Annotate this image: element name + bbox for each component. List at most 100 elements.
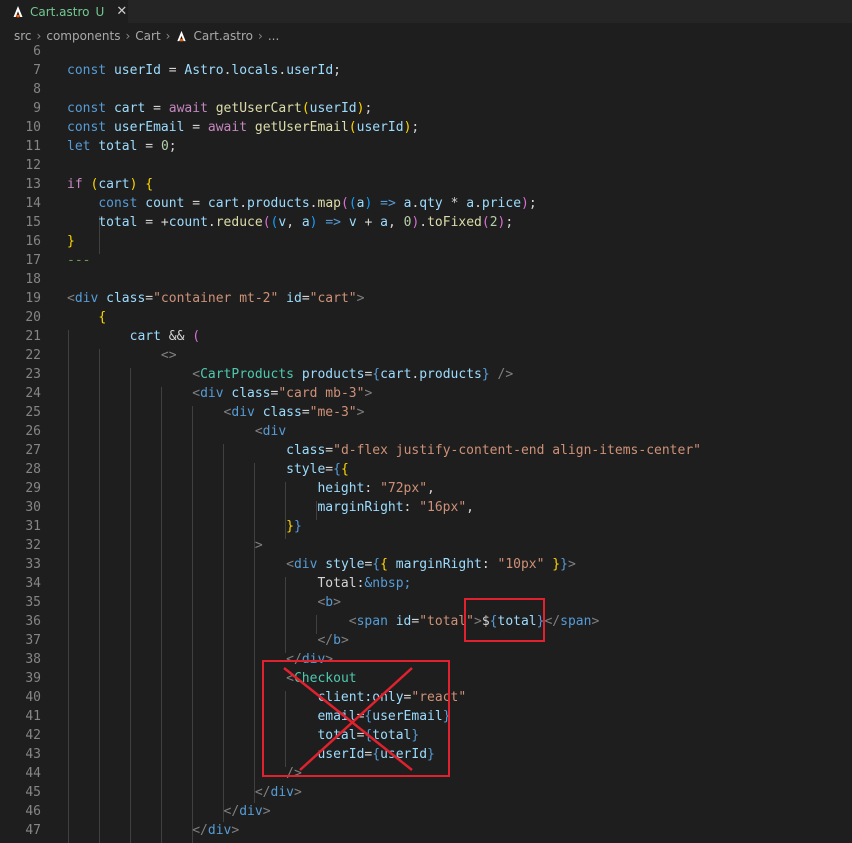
line-number: 16 bbox=[25, 234, 41, 249]
code-line[interactable]: 12 bbox=[0, 156, 852, 175]
code-line[interactable]: 20 { bbox=[0, 308, 852, 327]
code-token: * bbox=[442, 196, 467, 211]
code-text: Total:&nbsp; bbox=[67, 574, 411, 593]
code-token: > bbox=[254, 538, 263, 553]
code-token: { bbox=[372, 367, 381, 382]
code-token: price bbox=[481, 196, 522, 211]
code-line[interactable]: 7 const userId = Astro.locals.userId; bbox=[0, 61, 852, 80]
code-text: height: "72px", bbox=[67, 479, 434, 498]
code-token: span bbox=[356, 614, 388, 629]
code-line[interactable]: 27 class="d-flex justify-content-end ali… bbox=[0, 441, 852, 460]
code-line[interactable]: 21 cart && ( bbox=[0, 327, 852, 346]
code-line[interactable]: 36 <span id="total">${total}</span> bbox=[0, 612, 852, 631]
breadcrumb-item-file[interactable]: Cart.astro bbox=[193, 29, 253, 43]
code-token: Total: bbox=[317, 576, 365, 591]
line-number: 37 bbox=[25, 633, 41, 648]
code-token: { bbox=[380, 557, 388, 572]
breadcrumb-item-more[interactable]: ... bbox=[268, 29, 279, 43]
code-token: </ bbox=[254, 785, 271, 800]
breadcrumb-item-src[interactable]: src bbox=[14, 29, 32, 43]
code-token: count bbox=[168, 215, 208, 230]
code-line[interactable]: 19 <div class="container mt-2" id="cart"> bbox=[0, 289, 852, 308]
code-line[interactable]: 34 Total:&nbsp; bbox=[0, 574, 852, 593]
code-token: cart bbox=[129, 329, 161, 344]
code-token: cart bbox=[98, 177, 130, 192]
code-token: </ bbox=[223, 804, 240, 819]
code-line[interactable]: 25 <div class="me-3"> bbox=[0, 403, 852, 422]
code-line[interactable]: 23 <CartProducts products={cart.products… bbox=[0, 365, 852, 384]
code-token: ) bbox=[309, 215, 318, 230]
line-number: 28 bbox=[25, 462, 41, 477]
code-token: > bbox=[293, 785, 302, 800]
line-number: 27 bbox=[25, 443, 41, 458]
code-token: "cart" bbox=[309, 291, 357, 306]
code-line[interactable]: 9 const cart = await getUserCart(userId); bbox=[0, 99, 852, 118]
code-line[interactable]: 29 height: "72px", bbox=[0, 479, 852, 498]
code-token: ; bbox=[333, 63, 341, 78]
code-line[interactable]: 35 <b> bbox=[0, 593, 852, 612]
code-token: > bbox=[231, 823, 240, 838]
code-line[interactable]: 37 </b> bbox=[0, 631, 852, 650]
code-line[interactable]: 28 style={{ bbox=[0, 460, 852, 479]
code-token: < bbox=[192, 367, 201, 382]
code-token: ; bbox=[364, 101, 373, 116]
code-token: const bbox=[98, 196, 146, 211]
code-text: --- bbox=[67, 251, 90, 270]
code-line[interactable]: 45 </div> bbox=[0, 783, 852, 802]
code-line[interactable]: 22 <> bbox=[0, 346, 852, 365]
code-token: . bbox=[278, 63, 287, 78]
code-token: style bbox=[325, 557, 365, 572]
code-line[interactable]: 18 bbox=[0, 270, 852, 289]
code-line[interactable]: 11 let total = 0; bbox=[0, 137, 852, 156]
code-token: ( bbox=[262, 215, 271, 230]
close-icon[interactable]: ✕ bbox=[116, 4, 127, 19]
code-line[interactable]: 8 bbox=[0, 80, 852, 99]
code-token: map bbox=[317, 196, 341, 211]
code-line[interactable]: 26 <div bbox=[0, 422, 852, 441]
code-token: => bbox=[325, 215, 341, 230]
code-token: b bbox=[325, 595, 334, 610]
code-token: ( bbox=[192, 329, 201, 344]
code-token: => bbox=[380, 196, 396, 211]
line-number: 23 bbox=[25, 367, 41, 382]
tab-bar: Cart.astro U ✕ bbox=[0, 0, 852, 23]
code-line[interactable]: 15 total = +count.reduce((v, a) => v + a… bbox=[0, 213, 852, 232]
breadcrumb-item-components[interactable]: components bbox=[46, 29, 120, 43]
code-line[interactable]: 14 const count = cart.products.map((a) =… bbox=[0, 194, 852, 213]
code-token: locals bbox=[231, 63, 279, 78]
code-token: /> bbox=[497, 367, 514, 382]
code-line[interactable]: 47 </div> bbox=[0, 821, 852, 840]
code-line[interactable]: 32 > bbox=[0, 536, 852, 555]
code-text: if (cart) { bbox=[67, 175, 153, 194]
code-token: a bbox=[380, 215, 388, 230]
code-text: }} bbox=[67, 517, 302, 536]
code-token: > bbox=[333, 595, 341, 610]
code-line[interactable]: 24 <div class="card mb-3"> bbox=[0, 384, 852, 403]
code-line[interactable]: 46 </div> bbox=[0, 802, 852, 821]
code-token: && bbox=[160, 329, 193, 344]
tab-cart-astro[interactable]: Cart.astro U ✕ bbox=[0, 0, 128, 23]
code-token: { bbox=[340, 462, 349, 477]
line-number: 7 bbox=[33, 63, 41, 78]
code-line[interactable]: 30 marginRight: "16px", bbox=[0, 498, 852, 517]
breadcrumb-item-cart[interactable]: Cart bbox=[135, 29, 160, 43]
code-line[interactable]: 6 bbox=[0, 44, 852, 61]
code-token: class bbox=[106, 291, 146, 306]
code-line[interactable]: 17 --- bbox=[0, 251, 852, 270]
line-number: 31 bbox=[25, 519, 41, 534]
code-line[interactable]: 13 if (cart) { bbox=[0, 175, 852, 194]
code-token: } bbox=[552, 557, 561, 572]
code-line[interactable]: 10 const userEmail = await getUserEmail(u… bbox=[0, 118, 852, 137]
code-line[interactable]: 33 <div style={{ marginRight: "10px" }}> bbox=[0, 555, 852, 574]
code-line[interactable]: 31 }} bbox=[0, 517, 852, 536]
code-line[interactable]: 16} bbox=[0, 232, 852, 251]
code-token: await bbox=[207, 120, 255, 135]
code-token: < bbox=[192, 386, 201, 401]
code-text: </b> bbox=[67, 631, 348, 650]
